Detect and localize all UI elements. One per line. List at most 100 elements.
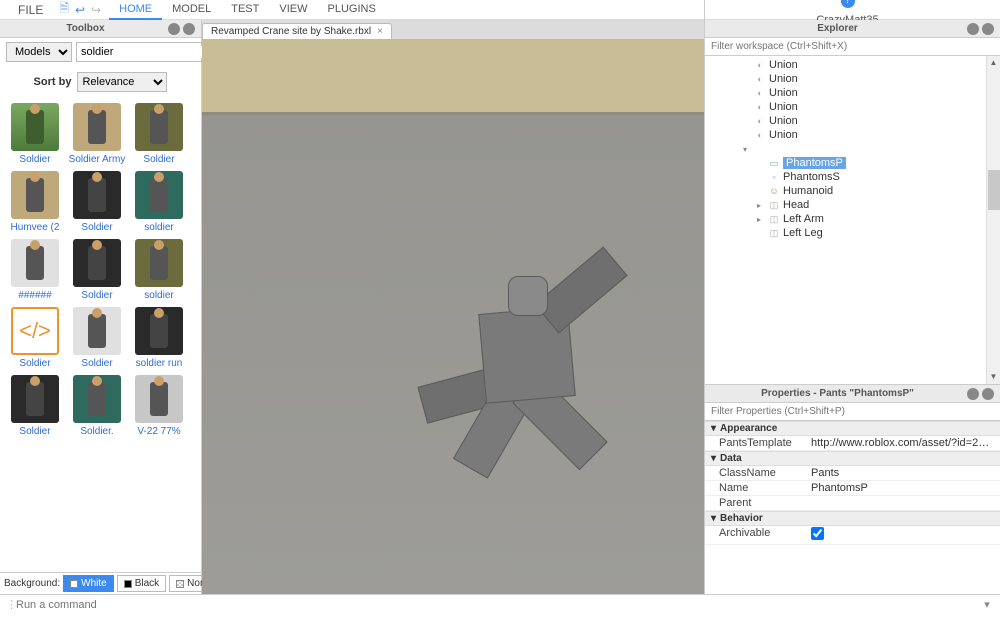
prop-parent[interactable]: Parent (705, 496, 1000, 511)
section-appearance[interactable]: ▾Appearance (705, 421, 1000, 436)
properties-popout-icon[interactable] (967, 388, 979, 400)
properties-filter[interactable] (705, 403, 1000, 421)
tree-node[interactable]: ◫Left Leg (705, 226, 1000, 240)
menu-home[interactable]: HOME (109, 0, 162, 20)
node-icon (754, 143, 766, 155)
tree-node[interactable]: ◐Union (705, 72, 1000, 86)
collapse-icon: ▾ (711, 423, 716, 434)
node-label: Humanoid (783, 185, 833, 197)
properties-filter-input[interactable] (705, 403, 1000, 420)
toolbox-item[interactable]: soldier run (128, 304, 190, 372)
item-label: Soldier (130, 154, 188, 165)
toolbox-popout-icon[interactable] (168, 23, 180, 35)
prop-pants-template[interactable]: PantsTemplatehttp://www.roblox.com/asset… (705, 436, 1000, 451)
scroll-up-icon[interactable]: ▲ (987, 56, 1000, 70)
3d-viewport[interactable] (202, 40, 704, 594)
new-file-icon[interactable]: 🗎 (59, 0, 69, 20)
toolbox-item[interactable]: Humvee (2 (4, 168, 66, 236)
prop-archivable[interactable]: Archivable (705, 526, 1000, 545)
thumbnail (11, 375, 59, 423)
prop-classname[interactable]: ClassNamePants (705, 466, 1000, 481)
archivable-checkbox[interactable] (811, 527, 824, 540)
tree-node[interactable]: ▭PhantomsP (705, 156, 1000, 170)
thumbnail (11, 171, 59, 219)
section-behavior[interactable]: ▾Behavior (705, 511, 1000, 526)
menu-model[interactable]: MODEL (162, 0, 221, 20)
item-label: soldier (130, 290, 188, 301)
toolbox-item[interactable]: V-22 77% (128, 372, 190, 440)
toolbox-item[interactable]: Soldier (128, 100, 190, 168)
collapse-icon: ▾ (711, 513, 716, 524)
toolbox-panel: Toolbox Models 🔍 Sort by Relevance Soldi… (0, 20, 202, 594)
expand-icon[interactable]: ▸ (757, 215, 765, 224)
thumbnail (135, 307, 183, 355)
tree-node[interactable]: ◐Union (705, 58, 1000, 72)
tree-node[interactable]: ◐Union (705, 128, 1000, 142)
tree-node[interactable]: ☺Humanoid (705, 184, 1000, 198)
command-input[interactable] (16, 599, 980, 611)
category-select[interactable]: Models (6, 42, 72, 62)
explorer-popout-icon[interactable] (967, 23, 979, 35)
tab-close-icon[interactable]: × (377, 26, 383, 37)
bg-black-button[interactable]: Black (117, 575, 166, 592)
node-label: Union (769, 115, 798, 127)
toolbox-item[interactable]: Soldier (4, 372, 66, 440)
ico-union-icon: ◐ (754, 73, 766, 85)
ico-union-icon: ◐ (754, 59, 766, 71)
menu-view[interactable]: VIEW (269, 0, 317, 20)
node-label: PhantomsP (783, 157, 846, 169)
sort-row: Sort by Relevance (0, 66, 201, 100)
toolbox-item[interactable]: Soldier (4, 100, 66, 168)
undo-icon[interactable]: ↩ (75, 3, 85, 17)
toolbox-item[interactable]: Soldier (66, 304, 128, 372)
bg-white-button[interactable]: White (63, 575, 114, 592)
toolbox-item[interactable]: ###### (4, 236, 66, 304)
toolbox-grid[interactable]: SoldierSoldier ArmySoldierHumvee (2Soldi… (0, 100, 201, 572)
explorer-filter-input[interactable] (705, 38, 1000, 55)
avatar-head (508, 276, 548, 316)
bg-label: Background: (4, 578, 60, 589)
file-menu[interactable]: FILE (8, 0, 53, 20)
explorer-scrollbar[interactable]: ▲ ▼ (986, 56, 1000, 384)
section-data[interactable]: ▾Data (705, 451, 1000, 466)
toolbox-item[interactable]: soldier (128, 236, 190, 304)
menu-plugins[interactable]: PLUGINS (318, 0, 386, 20)
toolbox-item[interactable]: Soldier (66, 236, 128, 304)
toolbox-close-icon[interactable] (183, 23, 195, 35)
explorer-close-icon[interactable] (982, 23, 994, 35)
prop-name[interactable]: NamePhantomsP (705, 481, 1000, 496)
node-label: Head (783, 199, 809, 211)
sort-select[interactable]: Relevance (77, 72, 167, 92)
properties-close-icon[interactable] (982, 388, 994, 400)
expand-icon[interactable]: ▾ (743, 145, 751, 154)
scroll-down-icon[interactable]: ▼ (987, 370, 1000, 384)
node-label: Union (769, 87, 798, 99)
toolbox-item[interactable]: Soldier (66, 168, 128, 236)
tree-node[interactable]: ▸◫Head (705, 198, 1000, 212)
toolbox-item[interactable]: Soldier Army (66, 100, 128, 168)
toolbox-item[interactable]: soldier (128, 168, 190, 236)
tree-node[interactable]: ▾ (705, 142, 1000, 156)
tree-node[interactable]: ◐Union (705, 114, 1000, 128)
command-history-icon[interactable]: ▾ (980, 598, 994, 611)
redo-icon[interactable]: ↪ (91, 3, 101, 17)
ico-union-icon: ◐ (754, 115, 766, 127)
tree-node[interactable]: ◐Union (705, 100, 1000, 114)
tab-title: Revamped Crane site by Shake.rbxl (211, 26, 371, 37)
explorer-tree[interactable]: ◐Union◐Union◐Union◐Union◐Union◐Union▾▭Ph… (705, 56, 1000, 384)
expand-icon[interactable]: ▸ (757, 201, 765, 210)
toolbox-item[interactable]: </>Soldier (4, 304, 66, 372)
thumbnail (135, 103, 183, 151)
scroll-thumb[interactable] (988, 170, 1000, 210)
tree-node[interactable]: ▫PhantomsS (705, 170, 1000, 184)
menu-test[interactable]: TEST (221, 0, 269, 20)
tree-node[interactable]: ▸◫Left Arm (705, 212, 1000, 226)
command-bar[interactable]: ⋮⋮ ▾ (0, 594, 1000, 614)
toolbox-item[interactable]: Soldier. (66, 372, 128, 440)
explorer-header: Explorer (705, 20, 1000, 38)
document-tab[interactable]: Revamped Crane site by Shake.rbxl × (202, 23, 392, 39)
explorer-filter[interactable] (705, 38, 1000, 56)
tree-node[interactable]: ◐Union (705, 86, 1000, 100)
ico-union-icon: ◐ (754, 129, 766, 141)
help-icon[interactable]: ? (841, 0, 855, 8)
